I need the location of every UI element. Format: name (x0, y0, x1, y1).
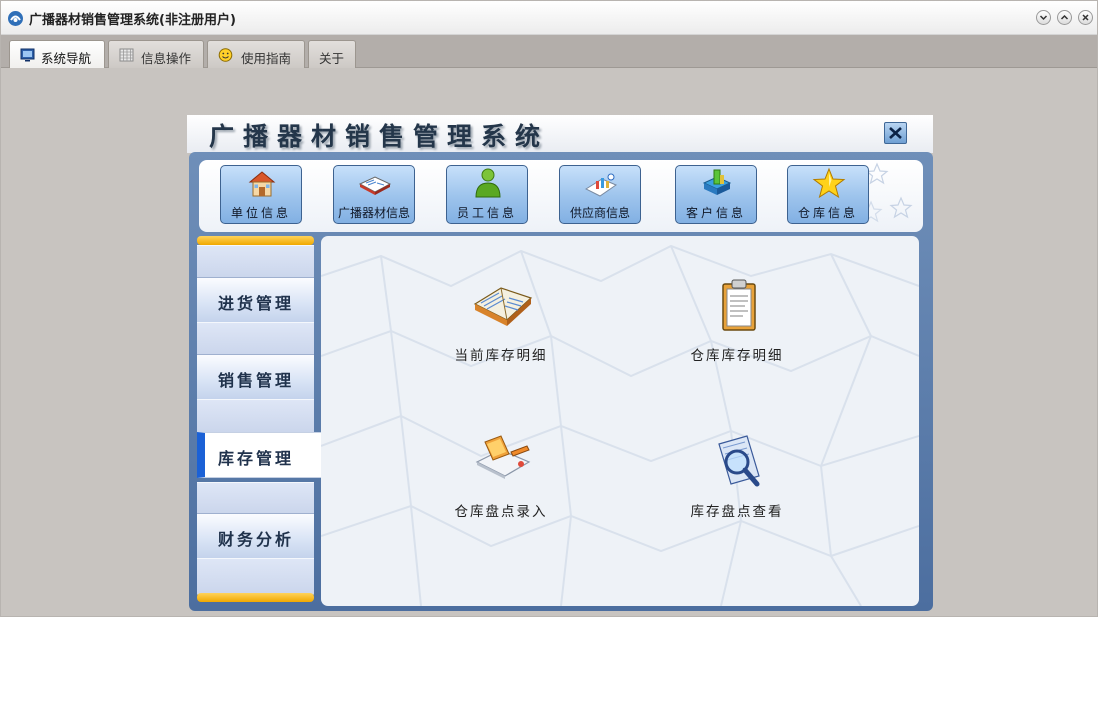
window-title: 广播器材销售管理系统(非注册用户) (29, 13, 236, 28)
warehouse-stock-detail-item[interactable]: 仓库库存明细 (657, 276, 817, 376)
magnifier-icon (718, 435, 760, 487)
close-window-button[interactable] (1078, 10, 1093, 25)
sidebar-item-inventory-management[interactable]: 库存管理 (197, 432, 321, 478)
sidebar-spacer (197, 245, 314, 278)
minimize-button[interactable] (1036, 10, 1051, 25)
toolbar-warehouse-info-button[interactable]: 仓库信息 (787, 165, 869, 224)
sidebar-item-financial-analysis[interactable]: 财务分析 (197, 513, 314, 559)
tab-strip: 系统导航 信息操作 使用指南 关于 (1, 35, 1097, 69)
star-icon (812, 167, 846, 199)
toolbar-unit-info-button[interactable]: 单位信息 (220, 165, 302, 224)
module-sidebar: 进货管理 销售管理 库存管理 财务分析 (197, 236, 321, 606)
panel-header: 广播器材销售管理系统 (187, 115, 933, 153)
sidebar-top-cap (197, 236, 314, 245)
sidebar-spacer (197, 558, 314, 595)
maximize-button[interactable] (1057, 10, 1072, 25)
chevron-down-icon (1039, 15, 1048, 21)
panel-title: 广播器材销售管理系统 (209, 122, 550, 151)
grid-icon (119, 48, 134, 62)
current-stock-detail-item[interactable]: 当前库存明细 (421, 276, 581, 376)
tab-system-navigation[interactable]: 系统导航 (9, 40, 105, 69)
warehouse-stocktake-entry-item[interactable]: 仓库盘点录入 (421, 432, 581, 532)
tab-user-guide[interactable]: 使用指南 (207, 40, 305, 68)
chart-icon (584, 173, 618, 197)
navigation-panel: 广播器材销售管理系统 单位信息 广播器材信息 员工信息 供应商信息 客户信息 仓… (187, 115, 933, 611)
book-icon (358, 176, 392, 195)
panel-close-button[interactable] (884, 122, 907, 144)
panel-frame: 单位信息 广播器材信息 员工信息 供应商信息 客户信息 仓库信息 进货管理 销售… (189, 152, 933, 611)
tab-about[interactable]: 关于 (308, 40, 356, 68)
cube-icon (702, 169, 732, 195)
close-icon (889, 127, 902, 139)
module-toolbar: 单位信息 广播器材信息 员工信息 供应商信息 客户信息 仓库信息 (199, 160, 923, 232)
star-decoration-icon (889, 196, 913, 219)
sidebar-spacer (197, 399, 314, 433)
toolbar-employee-info-button[interactable]: 员工信息 (446, 165, 528, 224)
tab-info-operations[interactable]: 信息操作 (108, 40, 204, 68)
toolbar-customer-info-button[interactable]: 客户信息 (675, 165, 757, 224)
function-area: 当前库存明细 仓库库存明细 仓库盘点录入 库存盘点查看 (321, 236, 919, 606)
stone-pattern-background (321, 244, 919, 606)
open-book-icon (473, 287, 533, 326)
laptop-pencil-icon (475, 435, 531, 479)
chevron-up-icon (1060, 14, 1069, 20)
clipboard-icon (722, 279, 756, 331)
inventory-stocktake-view-item[interactable]: 库存盘点查看 (657, 432, 817, 532)
toolbar-equipment-info-button[interactable]: 广播器材信息 (333, 165, 415, 224)
toolbar-supplier-info-button[interactable]: 供应商信息 (559, 165, 641, 224)
close-icon (1082, 14, 1089, 21)
title-bar: 广播器材销售管理系统(非注册用户) (1, 1, 1097, 35)
smiley-icon (218, 48, 233, 62)
monitor-icon (20, 48, 35, 62)
sidebar-item-sales-management[interactable]: 销售管理 (197, 354, 314, 400)
house-icon (248, 171, 276, 197)
app-logo-icon (8, 11, 23, 26)
sidebar-spacer (197, 322, 314, 355)
sidebar-bottom-cap (197, 593, 314, 602)
app-window: 广播器材销售管理系统(非注册用户) 系统导航 信息操作 使用指南 关于 广播器材… (0, 0, 1098, 617)
person-icon (475, 168, 501, 198)
sidebar-item-purchase-management[interactable]: 进货管理 (197, 277, 314, 323)
sidebar-spacer (197, 482, 314, 514)
